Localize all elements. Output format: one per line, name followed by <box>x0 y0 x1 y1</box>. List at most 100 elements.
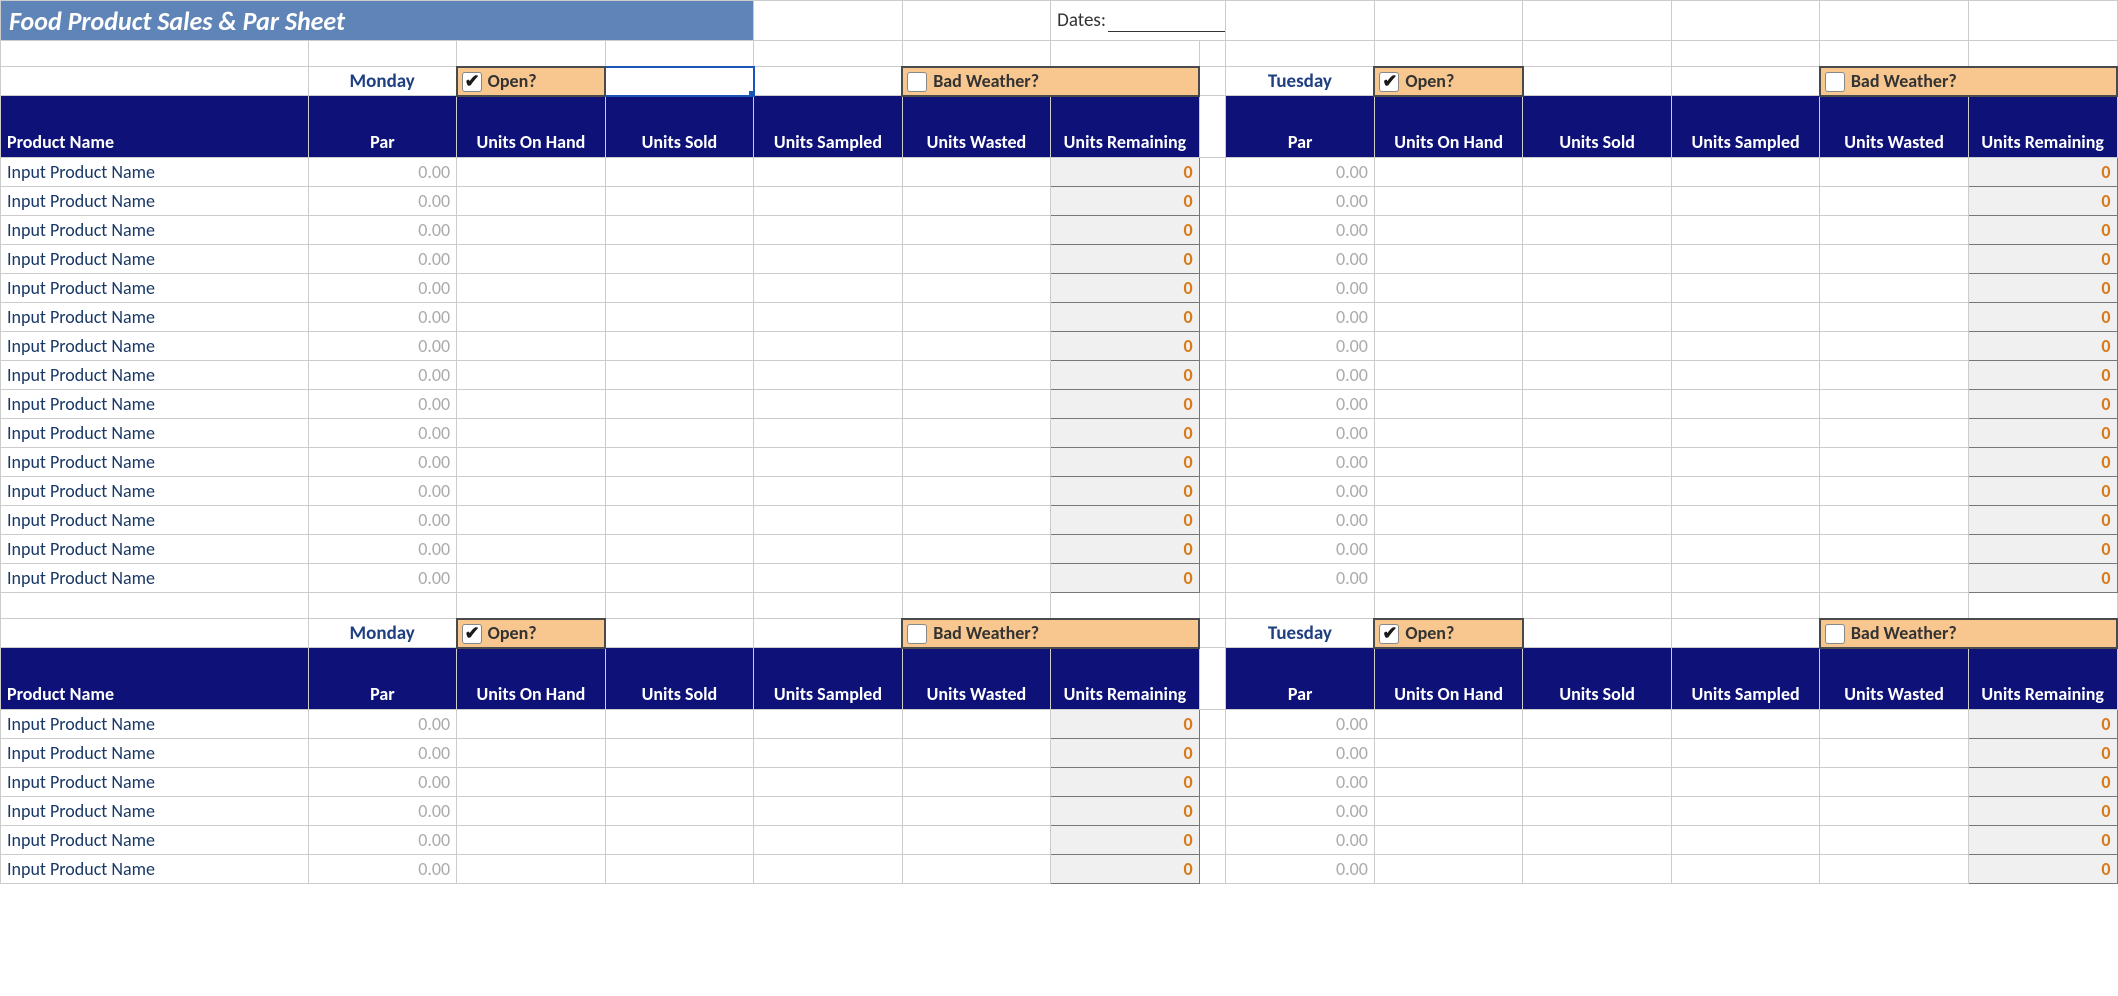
sampled-cell[interactable] <box>1671 361 1819 390</box>
on-hand-cell[interactable] <box>1374 477 1522 506</box>
sampled-cell[interactable] <box>1671 797 1819 826</box>
sold-cell[interactable] <box>605 187 754 216</box>
on-hand-cell[interactable] <box>457 216 605 245</box>
product-name-cell[interactable]: Input Product Name <box>1 303 309 332</box>
par-cell[interactable]: 0.00 <box>1226 768 1374 797</box>
on-hand-cell[interactable] <box>457 506 605 535</box>
data-row[interactable]: Input Product Name0.0000.000 <box>1 216 2118 245</box>
sampled-cell[interactable] <box>754 419 902 448</box>
sampled-cell[interactable] <box>754 797 902 826</box>
wasted-cell[interactable] <box>902 303 1050 332</box>
data-row[interactable]: Input Product Name0.0000.000 <box>1 245 2118 274</box>
sampled-cell[interactable] <box>1671 564 1819 593</box>
sold-cell[interactable] <box>1523 361 1671 390</box>
wasted-cell[interactable] <box>902 216 1050 245</box>
par-cell[interactable]: 0.00 <box>1226 158 1374 187</box>
data-row[interactable]: Input Product Name0.0000.000 <box>1 797 2118 826</box>
product-name-cell[interactable]: Input Product Name <box>1 768 309 797</box>
sampled-cell[interactable] <box>1671 187 1819 216</box>
on-hand-cell[interactable] <box>457 855 605 884</box>
wasted-cell[interactable] <box>1820 245 1968 274</box>
on-hand-cell[interactable] <box>457 361 605 390</box>
sold-cell[interactable] <box>605 535 754 564</box>
sold-cell[interactable] <box>605 710 754 739</box>
par-cell[interactable]: 0.00 <box>308 158 456 187</box>
wasted-cell[interactable] <box>902 564 1050 593</box>
wasted-cell[interactable] <box>1820 506 1968 535</box>
on-hand-cell[interactable] <box>1374 710 1522 739</box>
sold-cell[interactable] <box>605 274 754 303</box>
sold-cell[interactable] <box>605 826 754 855</box>
wasted-cell[interactable] <box>902 739 1050 768</box>
wasted-cell[interactable] <box>1820 739 1968 768</box>
checkbox-icon[interactable] <box>907 72 927 92</box>
sampled-cell[interactable] <box>1671 419 1819 448</box>
checkbox-icon[interactable] <box>1379 72 1399 92</box>
sampled-cell[interactable] <box>754 477 902 506</box>
par-cell[interactable]: 0.00 <box>308 390 456 419</box>
par-cell[interactable]: 0.00 <box>308 274 456 303</box>
on-hand-cell[interactable] <box>457 768 605 797</box>
sold-cell[interactable] <box>605 332 754 361</box>
dates-input-line[interactable] <box>1108 31 1226 32</box>
on-hand-cell[interactable] <box>1374 826 1522 855</box>
sampled-cell[interactable] <box>1671 710 1819 739</box>
par-cell[interactable]: 0.00 <box>1226 216 1374 245</box>
sampled-cell[interactable] <box>1671 274 1819 303</box>
wasted-cell[interactable] <box>1820 448 1968 477</box>
checkbox-icon[interactable] <box>1825 72 1845 92</box>
data-row[interactable]: Input Product Name0.0000.000 <box>1 710 2118 739</box>
sampled-cell[interactable] <box>754 710 902 739</box>
wasted-cell[interactable] <box>1820 564 1968 593</box>
product-name-cell[interactable]: Input Product Name <box>1 535 309 564</box>
sold-cell[interactable] <box>1523 535 1671 564</box>
sampled-cell[interactable] <box>754 216 902 245</box>
par-cell[interactable]: 0.00 <box>308 535 456 564</box>
on-hand-cell[interactable] <box>1374 797 1522 826</box>
par-cell[interactable]: 0.00 <box>308 216 456 245</box>
on-hand-cell[interactable] <box>1374 448 1522 477</box>
on-hand-cell[interactable] <box>457 303 605 332</box>
sampled-cell[interactable] <box>754 303 902 332</box>
par-cell[interactable]: 0.00 <box>1226 390 1374 419</box>
par-cell[interactable]: 0.00 <box>308 332 456 361</box>
bad-weather-checkbox-monday[interactable]: Bad Weather? <box>902 67 1199 96</box>
on-hand-cell[interactable] <box>457 477 605 506</box>
on-hand-cell[interactable] <box>457 187 605 216</box>
checkbox-icon[interactable] <box>1825 624 1845 644</box>
on-hand-cell[interactable] <box>457 826 605 855</box>
data-row[interactable]: Input Product Name0.0000.000 <box>1 768 2118 797</box>
data-row[interactable]: Input Product Name0.0000.000 <box>1 187 2118 216</box>
wasted-cell[interactable] <box>902 710 1050 739</box>
sold-cell[interactable] <box>605 158 754 187</box>
wasted-cell[interactable] <box>1820 419 1968 448</box>
data-row[interactable]: Input Product Name0.0000.000 <box>1 535 2118 564</box>
wasted-cell[interactable] <box>902 419 1050 448</box>
par-cell[interactable]: 0.00 <box>1226 332 1374 361</box>
sampled-cell[interactable] <box>1671 477 1819 506</box>
open-checkbox-tuesday[interactable]: Open? <box>1374 67 1522 96</box>
on-hand-cell[interactable] <box>1374 361 1522 390</box>
on-hand-cell[interactable] <box>457 535 605 564</box>
data-row[interactable]: Input Product Name0.0000.000 <box>1 564 2118 593</box>
wasted-cell[interactable] <box>1820 332 1968 361</box>
sold-cell[interactable] <box>605 419 754 448</box>
wasted-cell[interactable] <box>902 768 1050 797</box>
sampled-cell[interactable] <box>754 187 902 216</box>
par-cell[interactable]: 0.00 <box>308 826 456 855</box>
product-name-cell[interactable]: Input Product Name <box>1 506 309 535</box>
active-cell[interactable] <box>605 67 754 96</box>
par-cell[interactable]: 0.00 <box>308 361 456 390</box>
sampled-cell[interactable] <box>754 535 902 564</box>
sampled-cell[interactable] <box>754 826 902 855</box>
sold-cell[interactable] <box>605 245 754 274</box>
sold-cell[interactable] <box>1523 158 1671 187</box>
on-hand-cell[interactable] <box>1374 187 1522 216</box>
data-row[interactable]: Input Product Name0.0000.000 <box>1 158 2118 187</box>
sold-cell[interactable] <box>1523 506 1671 535</box>
sampled-cell[interactable] <box>754 274 902 303</box>
wasted-cell[interactable] <box>1820 361 1968 390</box>
par-cell[interactable]: 0.00 <box>1226 477 1374 506</box>
par-cell[interactable]: 0.00 <box>1226 274 1374 303</box>
on-hand-cell[interactable] <box>457 390 605 419</box>
